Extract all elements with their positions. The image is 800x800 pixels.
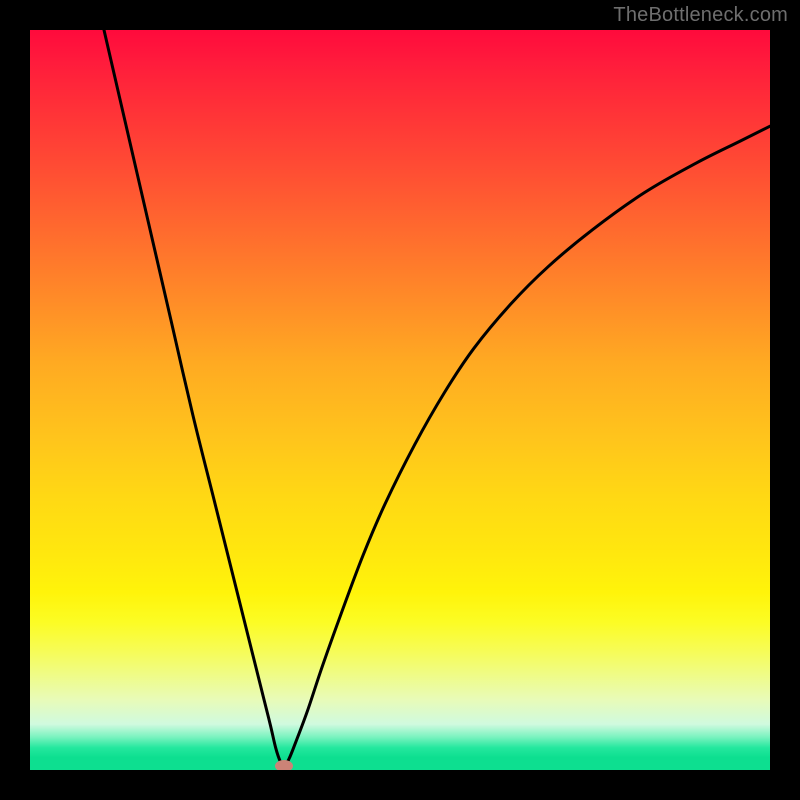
chart-container: TheBottleneck.com: [0, 0, 800, 800]
bottleneck-curve: [30, 30, 770, 770]
minimum-marker: [275, 760, 293, 770]
watermark-text: TheBottleneck.com: [613, 4, 788, 27]
plot-area: [30, 30, 770, 770]
